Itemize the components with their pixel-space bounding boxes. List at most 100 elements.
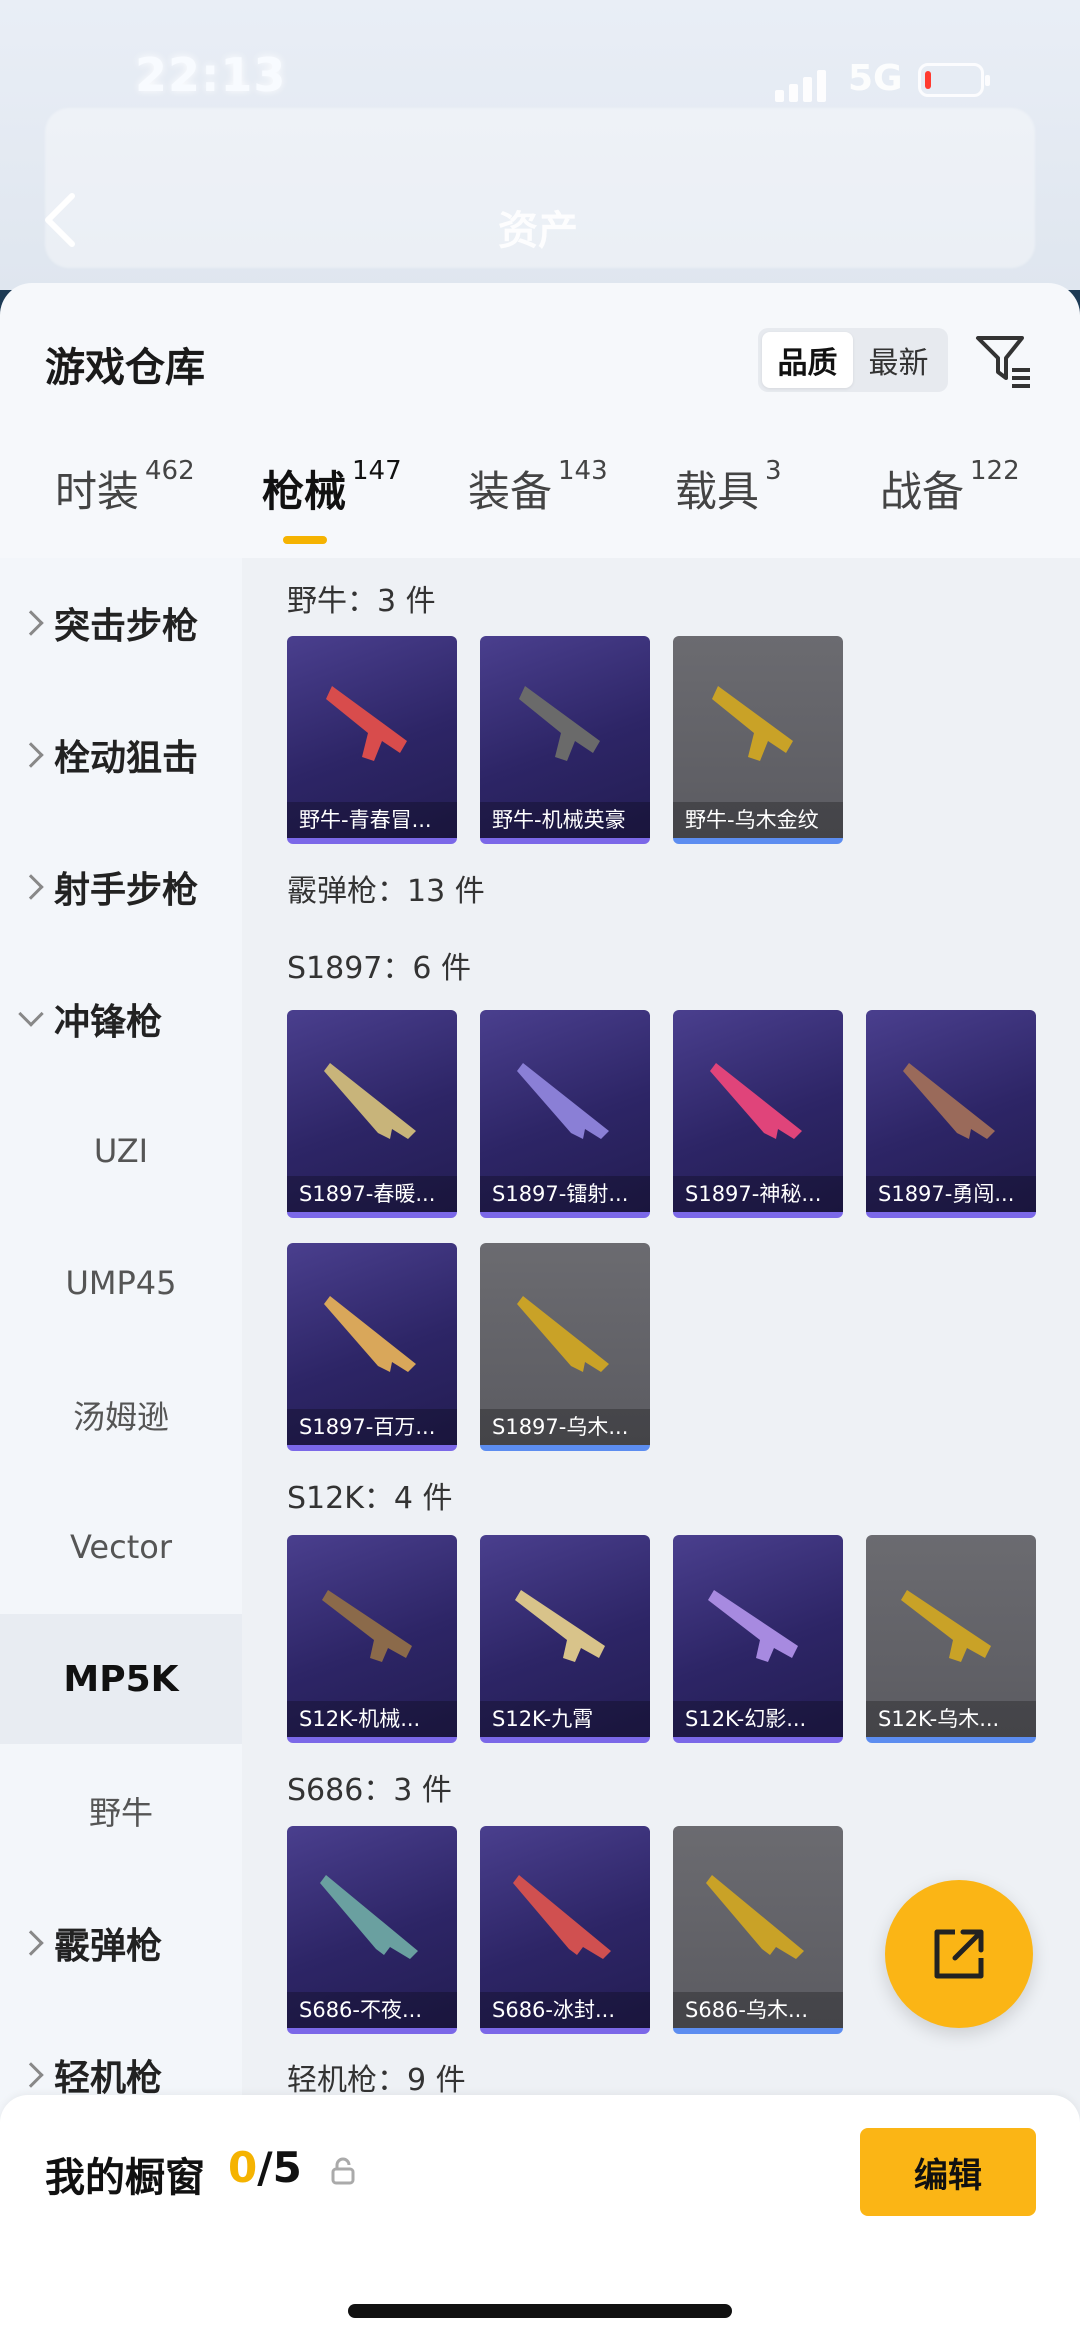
gun-icon (324, 1063, 416, 1139)
panel-title: 游戏仓库 (45, 345, 205, 391)
weapon-card[interactable]: S686-冰封... (480, 1826, 650, 2034)
weapon-name: S1897-勇闯... (866, 1176, 1036, 1212)
weapon-name: S1897-神秘... (673, 1176, 843, 1212)
gun-icon (706, 1875, 804, 1959)
gun-icon (710, 1063, 802, 1139)
sidebar-item-label: 轻机枪 (54, 2058, 163, 2099)
sidebar-sub-vector[interactable]: Vector (0, 1482, 242, 1612)
warehouse-panel: 游戏仓库 品质 最新 时装 462 枪械 147 装备 143 载具 3 战备 … (0, 283, 1080, 2341)
sidebar-item-bolt-sniper[interactable]: 栓动狙击 (0, 690, 242, 820)
gun-icon (513, 1875, 611, 1959)
weapon-card[interactable]: S1897-勇闯... (866, 1010, 1036, 1218)
sort-quality-button[interactable]: 品质 (762, 332, 853, 388)
tab-vehicles[interactable]: 载具 3 (675, 456, 782, 558)
weapon-name: S1897-乌木... (480, 1409, 650, 1445)
sidebar-sub-bizon[interactable]: 野牛 (0, 1746, 242, 1876)
sidebar-item-label: 栓动狙击 (54, 738, 199, 779)
sidebar-sub-ump45[interactable]: UMP45 (0, 1218, 242, 1348)
weapon-card[interactable]: S12K-机械... (287, 1535, 457, 1743)
back-icon[interactable] (40, 190, 80, 250)
weapon-name: S1897-百万... (287, 1409, 457, 1445)
weapon-card[interactable]: S686-乌木... (673, 1826, 843, 2034)
tab-equipment[interactable]: 装备 143 (468, 456, 608, 558)
weapon-card[interactable]: S1897-百万... (287, 1243, 457, 1451)
showcase-label: 我的橱窗 (45, 2155, 205, 2201)
edit-button[interactable]: 编辑 (860, 2128, 1036, 2216)
tab-count: 462 (145, 456, 195, 486)
share-icon (934, 1929, 984, 1979)
active-tab-indicator (283, 536, 327, 544)
gun-icon (712, 686, 793, 761)
sort-segmented-control: 品质 最新 (758, 328, 948, 392)
weapon-name: S12K-幻影... (673, 1701, 843, 1737)
section-title: S686：3 件 (287, 1773, 452, 1808)
sidebar-item-assault-rifle[interactable]: 突击步枪 (0, 558, 242, 688)
tab-supplies[interactable]: 战备 122 (880, 456, 1020, 558)
chevron-right-icon (18, 610, 44, 636)
section-title: S12K：4 件 (287, 1481, 453, 1516)
tab-firearms[interactable]: 枪械 147 (262, 456, 402, 558)
share-button[interactable] (885, 1880, 1033, 2028)
showcase-current: 0 (228, 2143, 258, 2192)
tab-count: 3 (765, 456, 782, 486)
tab-label: 装备 (468, 467, 553, 516)
network-type: 5G (848, 58, 903, 99)
chevron-right-icon (18, 2062, 44, 2088)
category-tabs: 时装 462 枪械 147 装备 143 载具 3 战备 122 (0, 456, 1080, 558)
lock-icon (331, 2157, 355, 2185)
weapon-card[interactable]: S1897-春暖... (287, 1010, 457, 1218)
tab-label: 载具 (675, 467, 760, 516)
tab-count: 147 (352, 456, 402, 486)
weapon-grid: 野牛：3 件 野牛-青春冒... 野牛-机械英豪 野牛-乌木金纹 霰弹枪：13 … (242, 558, 1080, 2341)
sidebar-sub-thompson[interactable]: 汤姆逊 (0, 1350, 242, 1480)
weapon-card[interactable]: S12K-乌木... (866, 1535, 1036, 1743)
signal-icon (775, 66, 833, 102)
gun-icon (708, 1590, 798, 1662)
sidebar-item-label: 突击步枪 (54, 606, 199, 647)
sidebar-item-label: 射手步枪 (54, 870, 199, 911)
weapon-card[interactable]: S12K-九霄 (480, 1535, 650, 1743)
weapon-name: S1897-春暖... (287, 1176, 457, 1212)
sidebar-item-shotgun[interactable]: 霰弹枪 (0, 1878, 242, 2008)
sidebar-item-label: 冲锋枪 (54, 1002, 163, 1043)
sidebar-sub-mp5k[interactable]: MP5K (0, 1614, 242, 1744)
tab-label: 时装 (55, 467, 140, 516)
showcase-count: 0/5 (228, 2143, 302, 2192)
page-title: 资产 (498, 208, 578, 254)
gun-icon (517, 1296, 609, 1372)
weapon-card[interactable]: 野牛-机械英豪 (480, 636, 650, 844)
filter-icon[interactable] (972, 328, 1034, 390)
tab-label: 战备 (880, 467, 965, 516)
weapon-name: S1897-镭射... (480, 1176, 650, 1212)
weapon-card[interactable]: 野牛-乌木金纹 (673, 636, 843, 844)
chevron-right-icon (18, 874, 44, 900)
tab-count: 122 (970, 456, 1020, 486)
weapon-card[interactable]: S686-不夜... (287, 1826, 457, 2034)
tab-count: 143 (558, 456, 608, 486)
gun-icon (324, 1296, 416, 1372)
sort-newest-button[interactable]: 最新 (853, 332, 944, 388)
tab-costume[interactable]: 时装 462 (55, 456, 195, 558)
gun-icon (519, 686, 600, 761)
gun-icon (320, 1875, 418, 1959)
home-indicator (348, 2304, 732, 2318)
weapon-name: S686-不夜... (287, 1992, 457, 2028)
gun-icon (901, 1590, 991, 1662)
weapon-card[interactable]: 野牛-青春冒... (287, 636, 457, 844)
chevron-right-icon (18, 1930, 44, 1956)
section-title: 轻机枪：9 件 (287, 2063, 466, 2098)
weapon-card[interactable]: S1897-镭射... (480, 1010, 650, 1218)
weapon-name: S12K-机械... (287, 1701, 457, 1737)
section-title: 野牛：3 件 (287, 584, 436, 619)
sidebar-item-marksman-rifle[interactable]: 射手步枪 (0, 822, 242, 952)
section-title: 霰弹枪：13 件 (287, 874, 485, 909)
weapon-card[interactable]: S1897-神秘... (673, 1010, 843, 1218)
weapon-card[interactable]: S12K-幻影... (673, 1535, 843, 1743)
weapon-name: S12K-乌木... (866, 1701, 1036, 1737)
sidebar-item-smg[interactable]: 冲锋枪 (0, 954, 242, 1084)
gun-icon (322, 1590, 412, 1662)
weapon-card[interactable]: S1897-乌木... (480, 1243, 650, 1451)
sidebar-item-label: 霰弹枪 (54, 1926, 163, 1967)
sidebar-sub-uzi[interactable]: UZI (0, 1086, 242, 1216)
gun-icon (903, 1063, 995, 1139)
